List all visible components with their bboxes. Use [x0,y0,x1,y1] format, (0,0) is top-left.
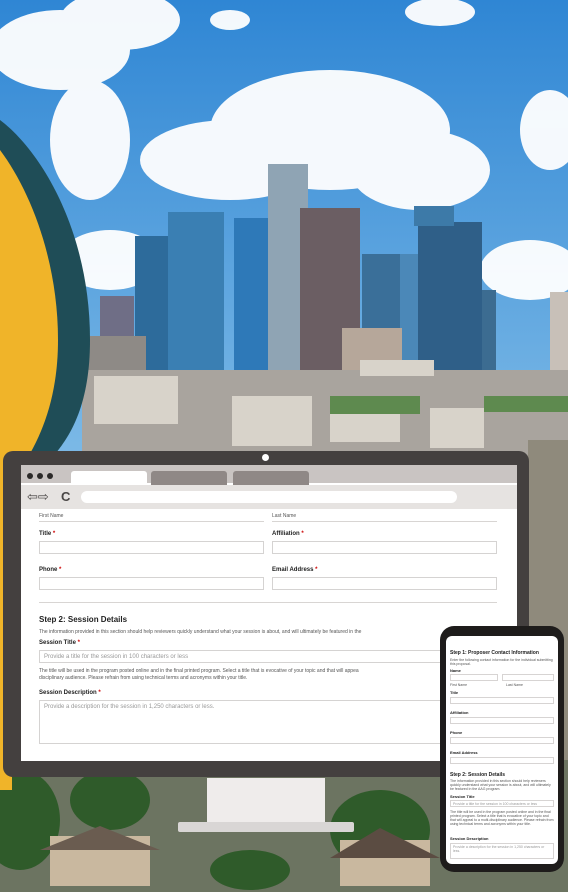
reload-icon[interactable]: C [61,489,70,504]
first-name-label: First Name [39,513,64,519]
phone-step2-intro: The information provided in this section… [450,779,551,791]
window-dot-icon[interactable] [37,473,43,479]
phone-first-name-label: First Name [450,683,468,687]
section-divider [39,602,497,603]
first-name-underline [39,521,264,522]
phone-phone-label: Phone [450,730,463,735]
phone-input[interactable] [39,577,264,590]
phone-step1-heading: Step 1: Proposer Contact Information [450,650,539,656]
title-input[interactable] [39,541,264,554]
phone-step1-intro: Enter the following contact information … [450,658,553,666]
phone-title-label: Title [450,690,459,695]
phone-step2-heading: Step 2: Session Details [450,772,506,778]
phone-notch [480,628,524,636]
phone-session-title-help: The title will be used in the program po… [450,810,554,826]
last-name-underline [272,521,497,522]
window-dot-icon[interactable] [27,473,33,479]
phone-title-input[interactable] [450,697,554,704]
session-title-label: Session Title * [39,640,80,646]
back-forward-arrows-icon[interactable]: ⇦⇨ [27,489,49,504]
phone-email-input[interactable] [450,757,554,764]
affiliation-input[interactable] [272,541,497,554]
smartphone: Step 1: Proposer Contact Information Ent… [440,626,564,872]
phone-session-title-label: Session Title [450,794,475,799]
step2-intro: The information provided in this section… [39,629,362,635]
browser-tab[interactable] [233,471,309,485]
title-label: Title * [39,531,56,537]
session-title-help-line1: The title will be used in the program po… [39,668,359,674]
email-input[interactable] [272,577,497,590]
session-description-textarea[interactable]: Provide a description for the session in… [39,700,509,744]
phone-phone-input[interactable] [450,737,554,744]
monitor-stand [207,778,325,826]
phone-screen: Step 1: Proposer Contact Information Ent… [446,636,558,864]
url-field[interactable] [81,491,457,503]
phone-email-label: Email Address [450,750,478,755]
phone-last-name-input[interactable] [502,674,554,681]
step2-heading: Step 2: Session Details [39,615,128,624]
phone-first-name-input[interactable] [450,674,498,681]
phone-affiliation-input[interactable] [450,717,554,724]
affiliation-label: Affiliation * [272,531,304,537]
browser-tab[interactable] [151,471,227,485]
browser-tab-bar [21,465,517,485]
phone-label: Phone * [39,567,62,573]
session-title-help-line2: disciplinary audience. Please refrain fr… [39,675,248,681]
webcam-icon [262,454,269,461]
phone-session-description-label: Session Description [450,836,489,841]
phone-last-name-label: Last Name [506,683,523,687]
window-dot-icon[interactable] [47,473,53,479]
phone-session-title-input[interactable]: Provide a title for the session in 100 c… [450,800,554,807]
phone-affiliation-label: Affiliation [450,710,469,715]
last-name-label: Last Name [272,513,297,519]
session-title-input[interactable]: Provide a title for the session in 100 c… [39,650,509,663]
phone-session-description-textarea[interactable]: Provide a description for the session in… [450,843,554,859]
session-description-label: Session Description * [39,690,101,696]
monitor-base [178,822,354,832]
phone-name-label: Name [450,668,461,673]
email-label: Email Address * [272,567,318,573]
browser-address-bar: ⇦⇨ C [21,485,517,509]
browser-tab-active[interactable] [71,471,147,485]
